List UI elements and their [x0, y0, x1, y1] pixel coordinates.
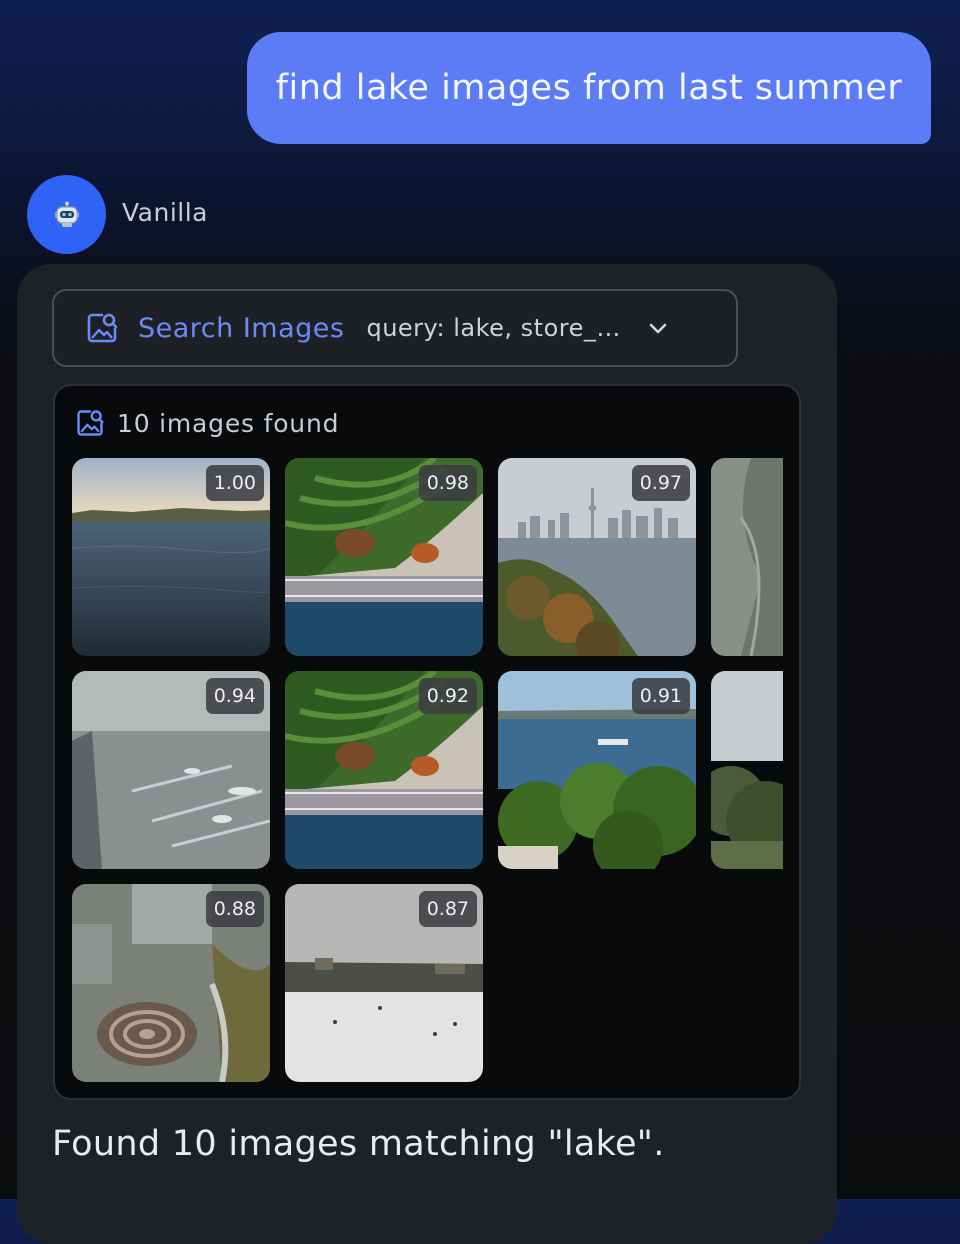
image-thumbnail[interactable] [711, 671, 783, 869]
tool-args: query: lake, store_… [366, 314, 621, 342]
similarity-score: 0.98 [418, 465, 477, 501]
user-message-bubble: find lake images from last summer [247, 32, 931, 144]
similarity-score: 1.00 [205, 465, 264, 501]
results-count: 10 images found [117, 408, 340, 438]
image-search-icon [87, 313, 118, 343]
foggy-shore-photo [711, 458, 783, 656]
similarity-score: 0.87 [418, 891, 477, 927]
similarity-score: 0.88 [205, 891, 264, 927]
similarity-score: 0.91 [631, 678, 690, 714]
similarity-score: 0.92 [418, 678, 477, 714]
similarity-score: 0.94 [205, 678, 264, 714]
image-thumbnail[interactable]: 0.94 [72, 671, 270, 869]
image-thumbnail[interactable]: 0.92 [285, 671, 483, 869]
tool-name: Search Images [138, 312, 345, 344]
user-message-text: find lake images from last summer [275, 68, 903, 108]
image-thumbnail[interactable] [711, 458, 783, 656]
image-results-panel: 10 images found 1.00 0.98 0.97 0.94 0.92… [53, 384, 801, 1100]
image-thumbnail[interactable]: 0.87 [285, 884, 483, 1082]
image-thumbnail[interactable]: 0.88 [72, 884, 270, 1082]
chevron-down-icon[interactable] [647, 317, 669, 339]
image-grid: 1.00 0.98 0.97 0.94 0.92 0.91 0.88 0.87 [72, 458, 783, 1088]
robot-icon [54, 201, 79, 227]
image-thumbnail[interactable]: 0.91 [498, 671, 696, 869]
similarity-score: 0.97 [631, 465, 690, 501]
assistant-summary-text: Found 10 images matching "lake". [52, 1124, 665, 1164]
image-search-icon [77, 410, 104, 436]
image-thumbnail[interactable]: 0.98 [285, 458, 483, 656]
tool-call-toggle[interactable]: Search Images query: lake, store_… [52, 289, 738, 367]
image-thumbnail[interactable]: 0.97 [498, 458, 696, 656]
assistant-name: Vanilla [122, 198, 208, 227]
results-header: 10 images found [75, 408, 339, 438]
assistant-avatar [27, 175, 106, 254]
image-thumbnail[interactable]: 1.00 [72, 458, 270, 656]
park-trees-photo [711, 671, 783, 869]
